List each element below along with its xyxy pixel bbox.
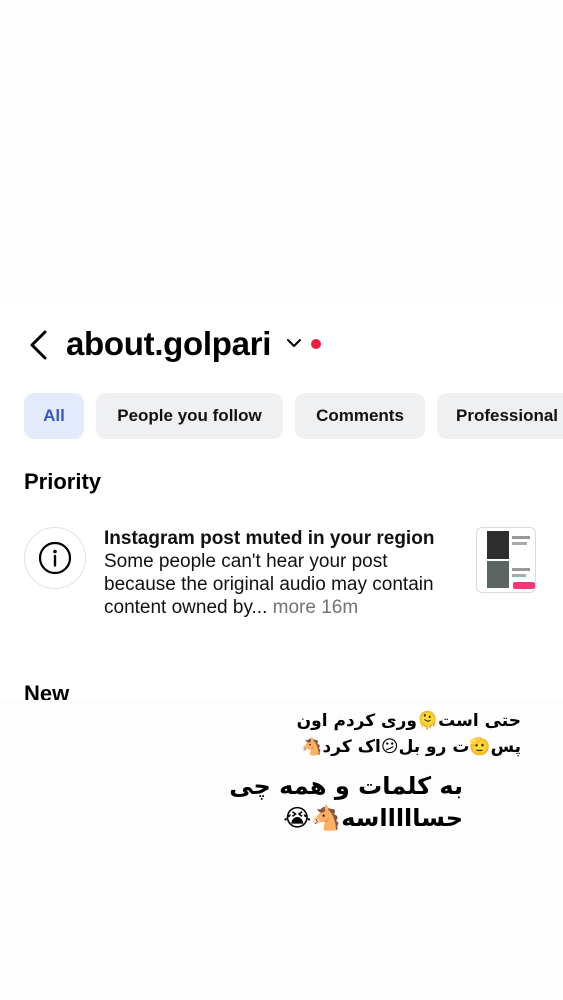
persian-caption-bottom: به کلمات و همه چی حساااااسه🐴😭 <box>229 770 463 834</box>
caption-line-4: حساااااسه🐴😭 <box>283 804 463 832</box>
priority-heading: Priority <box>24 469 102 494</box>
notification-dot <box>311 339 321 349</box>
filter-people-label: People you follow <box>117 406 262 425</box>
filter-all-label: All <box>43 406 65 425</box>
blank-top-area <box>0 0 563 303</box>
filter-professional-label: Professional <box>456 406 559 425</box>
caption-line-1: حتی است🫠وری کردم اون <box>296 711 521 731</box>
caption-line-2: پس🫡ت رو بل😕اک کرد🐴 <box>301 737 521 757</box>
notification-title: Instagram post muted in your region <box>104 528 435 549</box>
caption-line-3: به کلمات و همه چی <box>229 772 463 800</box>
filter-comments-label: Comments <box>316 406 404 425</box>
header: about.golpari <box>0 321 563 371</box>
account-username[interactable]: about.golpari <box>66 325 271 363</box>
filter-professional[interactable]: Professional <box>437 393 563 439</box>
instagram-notifications-screenshot: about.golpari All People you follow Comm… <box>0 303 563 700</box>
more-link[interactable]: more <box>273 597 316 618</box>
new-heading: New <box>24 681 70 700</box>
chevron-down-icon[interactable] <box>286 337 302 349</box>
post-thumbnail[interactable] <box>476 527 536 593</box>
filter-comments[interactable]: Comments <box>295 393 425 439</box>
notification-item[interactable]: Instagram post muted in your region Some… <box>24 527 544 647</box>
persian-caption-top: حتی است🫠وری کردم اون پس🫡ت رو بل😕اک کرد🐴 <box>297 708 521 760</box>
notification-body: Some people can't hear your post because… <box>104 551 434 618</box>
filter-all[interactable]: All <box>24 393 84 439</box>
info-icon <box>24 527 86 589</box>
back-arrow-icon[interactable] <box>24 327 54 363</box>
notification-time: 16m <box>321 597 359 618</box>
notification-body-block: Some people can't hear your post because… <box>104 550 464 619</box>
filter-people-you-follow[interactable]: People you follow <box>96 393 283 439</box>
notification-text: Instagram post muted in your region Some… <box>104 527 464 619</box>
